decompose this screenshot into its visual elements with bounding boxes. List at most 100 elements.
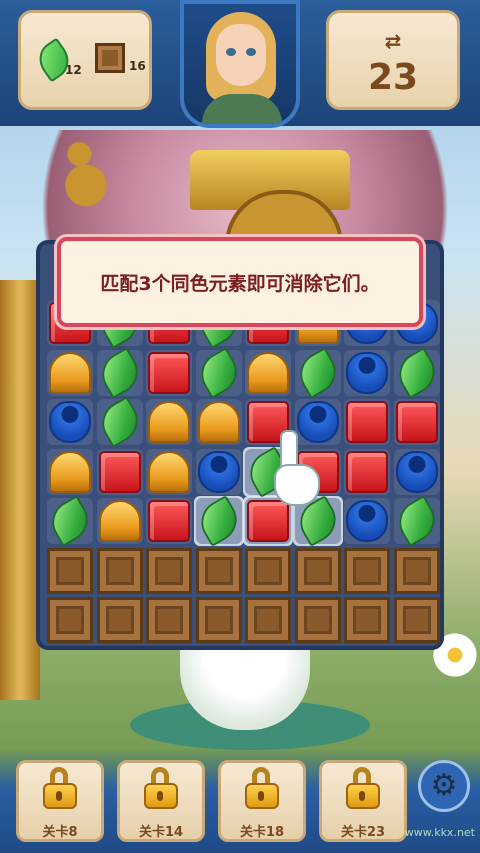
- crate-tile: [47, 597, 93, 643]
- leaf-icon: [93, 396, 146, 448]
- bell-icon: [98, 500, 141, 542]
- board-cell[interactable]: [47, 448, 93, 495]
- pot-icon: [197, 450, 240, 493]
- board-cell[interactable]: [390, 346, 443, 399]
- level-button-23[interactable]: 关卡23: [319, 760, 407, 842]
- pot-icon: [346, 351, 388, 394]
- board-cell[interactable]: [291, 346, 344, 399]
- lock-icon: [245, 767, 279, 809]
- goals-panel: 12 16: [18, 10, 152, 110]
- tutorial-message: 匹配3个同色元素即可消除它们。: [100, 272, 380, 295]
- leaf-icon: [291, 346, 344, 399]
- avatar-eye-right: [246, 48, 256, 56]
- crate-tile: [294, 547, 341, 594]
- board-cell[interactable]: [47, 399, 93, 445]
- crate-icon: [95, 43, 125, 73]
- board-cell[interactable]: [146, 448, 192, 495]
- crate-tile: [344, 597, 390, 643]
- board-cell[interactable]: [192, 495, 245, 547]
- board-cell[interactable]: [393, 448, 440, 495]
- hand-palm: [274, 464, 320, 506]
- crate-tile: [195, 547, 242, 594]
- bell-icon: [247, 351, 289, 394]
- leaf-icon: [390, 495, 443, 547]
- board-cell[interactable]: [390, 495, 443, 547]
- lock-icon: [43, 767, 77, 809]
- pot-icon: [49, 401, 91, 443]
- gear-icon: ⚙: [430, 768, 458, 803]
- level-label: 关卡18: [239, 825, 285, 840]
- crate-tile: [393, 597, 440, 643]
- board-cell[interactable]: [344, 399, 390, 445]
- board-cell[interactable]: [195, 399, 242, 445]
- crate-tile: [47, 547, 93, 594]
- crate-tile: [245, 547, 291, 594]
- board-cell[interactable]: [146, 399, 192, 445]
- board-cell[interactable]: [393, 399, 440, 445]
- board-cell[interactable]: [93, 346, 146, 399]
- pot-icon: [346, 500, 388, 542]
- avatar-face: [216, 24, 266, 86]
- leaf-icon: [192, 346, 245, 399]
- moves-panel: ⇄ 23: [326, 10, 460, 110]
- cube-icon: [346, 401, 388, 443]
- tutorial-hand-icon: [256, 430, 320, 510]
- leaf-icon: [44, 495, 96, 547]
- board-cell[interactable]: [245, 349, 291, 396]
- level-label: 关卡8: [42, 825, 78, 840]
- crate-tile: [294, 597, 341, 643]
- level-label: 关卡23: [340, 825, 386, 840]
- leaf-icon: [93, 346, 146, 399]
- bell-icon: [148, 450, 190, 493]
- board-cell[interactable]: [344, 448, 390, 495]
- board-cell[interactable]: [192, 346, 245, 399]
- level-button-18[interactable]: 关卡18: [218, 760, 306, 842]
- level-button-8[interactable]: 关卡8: [16, 760, 104, 842]
- board-cell[interactable]: [44, 495, 96, 547]
- avatar-sweater: [202, 94, 282, 124]
- crate-tile: [393, 547, 440, 594]
- crate-tile: [146, 597, 192, 643]
- settings-button[interactable]: ⚙: [418, 760, 470, 812]
- swap-arrows-icon: ⇄: [384, 29, 402, 53]
- watermark: www.kkx.net: [404, 826, 475, 839]
- leaf-icon: [390, 346, 443, 399]
- bell-icon: [49, 450, 91, 493]
- avatar-eye-left: [226, 48, 236, 56]
- leaf-icon: [192, 495, 245, 547]
- moves-counter: 23: [367, 57, 419, 98]
- cube-icon: [148, 500, 190, 542]
- golden-pillar: [0, 280, 40, 700]
- board-cell[interactable]: [195, 448, 242, 495]
- tutorial-dialog[interactable]: 匹配3个同色元素即可消除它们。: [57, 237, 423, 327]
- board-cell[interactable]: [344, 349, 390, 396]
- crate-tile: [344, 547, 390, 594]
- lock-icon: [144, 767, 178, 809]
- level-button-14[interactable]: 关卡14: [117, 760, 205, 842]
- bell-icon: [49, 351, 91, 394]
- goal-crate: 16: [95, 43, 146, 73]
- goal-crate-count: 16: [129, 59, 146, 73]
- goal-leaf: 12: [31, 37, 82, 83]
- lock-icon: [346, 767, 380, 809]
- board-cell[interactable]: [146, 349, 192, 396]
- board-cell[interactable]: [96, 498, 143, 544]
- board-cell[interactable]: [93, 396, 146, 448]
- board-cell[interactable]: [96, 448, 143, 495]
- crate-tile: [146, 547, 192, 594]
- board-cell[interactable]: [47, 349, 93, 396]
- board-cell[interactable]: [344, 498, 390, 544]
- player-avatar: [180, 0, 300, 128]
- crate-tile: [195, 597, 242, 643]
- top-bar: 12 16 ⇄ 23: [0, 0, 480, 128]
- bell-icon: [197, 401, 240, 443]
- level-label: 关卡14: [138, 825, 184, 840]
- board-cell[interactable]: [146, 498, 192, 544]
- bunny-statue: [64, 140, 108, 210]
- cube-icon: [346, 450, 388, 493]
- cube-icon: [148, 351, 190, 394]
- crate-tile: [96, 547, 143, 594]
- pot-icon: [395, 450, 438, 493]
- cube-icon: [395, 401, 438, 443]
- bell-icon: [148, 401, 190, 443]
